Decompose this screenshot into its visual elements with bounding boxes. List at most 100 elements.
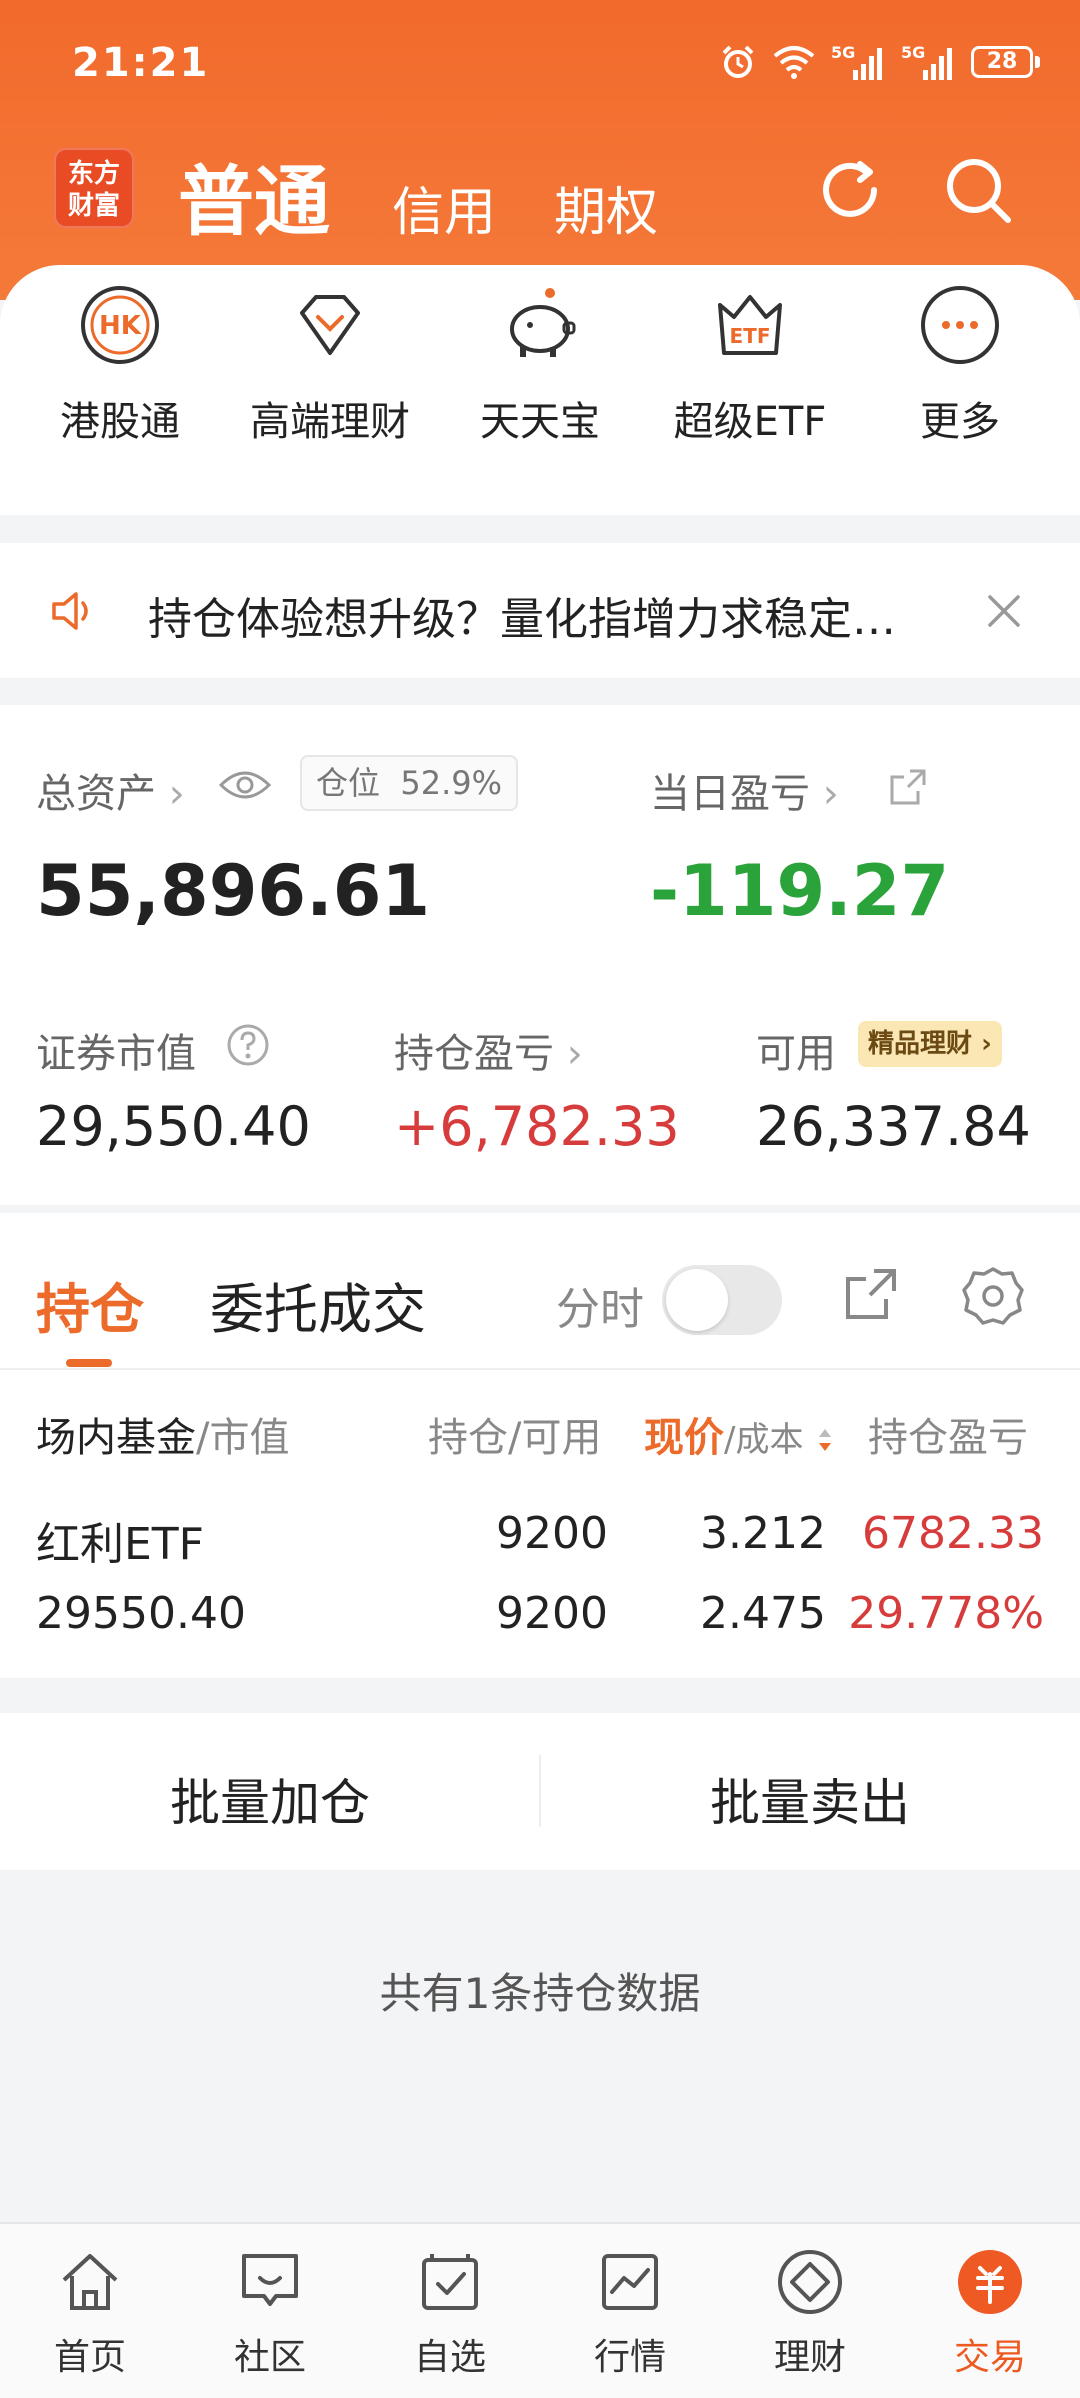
announcement-text: 持仓体验想升级？量化指增力求稳定… xyxy=(148,594,896,645)
app-logo[interactable]: 东方 财富 xyxy=(54,148,134,228)
tab-options[interactable]: 期权 xyxy=(554,170,658,245)
fenshi-toggle[interactable] xyxy=(662,1265,782,1335)
holding-pnl-pct: 29.778% xyxy=(848,1588,1044,1639)
market-value-label: 证券市值 xyxy=(36,1031,196,1077)
etf-crown-icon: ETF xyxy=(718,295,782,355)
settings-icon[interactable] xyxy=(962,1265,1024,1327)
quick-label: 超级ETF xyxy=(673,399,827,445)
holdings-count: 共有1条持仓数据 xyxy=(379,1969,701,2018)
app-header: 21:21 5G 5G 28 东方 财富 普通 信用 期权 xyxy=(0,0,1080,300)
tab-holdings[interactable]: 持仓 xyxy=(36,1265,144,1344)
signal-5g-icon: 5G xyxy=(831,43,882,80)
batch-sell-button[interactable]: 批量卖出 xyxy=(540,1763,1080,1835)
quick-item-tiantianbao[interactable]: 天天宝 xyxy=(440,283,640,447)
col-qty[interactable]: 持仓/可用 xyxy=(428,1405,601,1463)
nav-label: 理财 xyxy=(773,2337,846,2378)
fund-name: 红利ETF xyxy=(36,1519,204,1570)
home-icon xyxy=(62,2254,118,2310)
nav-label: 社区 xyxy=(233,2337,306,2378)
fund-market-value: 29550.40 xyxy=(36,1588,246,1639)
nav-home[interactable]: 首页 xyxy=(0,2246,180,2380)
status-icons: 5G 5G 28 xyxy=(719,42,1040,82)
nav-wealth[interactable]: 理财 xyxy=(720,2246,900,2380)
search-icon xyxy=(947,159,1011,223)
available-qty: 9200 xyxy=(496,1588,608,1639)
tab-orders[interactable]: 委托成交 xyxy=(210,1265,426,1344)
nav-watchlist[interactable]: 自选 xyxy=(360,2246,540,2380)
nav-market[interactable]: 行情 xyxy=(540,2246,720,2380)
alarm-icon xyxy=(722,45,754,78)
col-pnl[interactable]: 持仓盈亏 xyxy=(868,1405,1048,1463)
nav-trade[interactable]: 交易 xyxy=(900,2246,1080,2380)
share-icon[interactable] xyxy=(888,767,928,807)
premium-wealth-badge[interactable]: 精品理财 › xyxy=(858,1021,1002,1067)
cost-price: 2.475 xyxy=(700,1588,826,1639)
batch-actions: 批量加仓 批量卖出 xyxy=(0,1713,1080,1870)
total-assets-value: 55,896.61 xyxy=(36,850,431,932)
holding-pnl: 6782.33 xyxy=(862,1508,1044,1559)
logo-text-1: 东方 xyxy=(67,159,120,189)
eye-icon[interactable] xyxy=(218,767,272,803)
divider xyxy=(0,1368,1080,1370)
hk-icon: HK xyxy=(81,286,159,364)
nav-community[interactable]: 社区 xyxy=(180,2246,360,2380)
holdings-panel: 持仓 委托成交 分时 场内基金/市值 持仓/可用 现价/成本 持仓盈亏 红利ET… xyxy=(0,1213,1080,1678)
quick-label: 天天宝 xyxy=(480,399,600,445)
battery-level: 28 xyxy=(971,46,1033,78)
diamond-icon xyxy=(300,295,360,355)
svg-text:5G: 5G xyxy=(901,43,925,62)
community-icon xyxy=(242,2254,298,2306)
battery-icon: 28 xyxy=(971,46,1040,78)
nav-label: 交易 xyxy=(953,2337,1026,2378)
holding-pnl-value: +6,782.33 xyxy=(394,1095,680,1158)
tab-credit[interactable]: 信用 xyxy=(392,170,496,245)
quick-label: 更多 xyxy=(920,399,1000,445)
day-pnl-label[interactable]: 当日盈亏 › xyxy=(650,761,839,819)
tab-indicator xyxy=(66,1359,112,1367)
col-name[interactable]: 场内基金/市值 xyxy=(36,1405,289,1463)
holding-pnl-label[interactable]: 持仓盈亏 › xyxy=(394,1021,583,1079)
available-value: 26,337.84 xyxy=(756,1095,1031,1158)
quick-menu: HK 港股通 高端理财 天天宝 ETF 超级ETF 更多 xyxy=(0,265,1080,515)
quick-label: 港股通 xyxy=(60,399,180,445)
status-time: 21:21 xyxy=(72,40,210,86)
batch-add-button[interactable]: 批量加仓 xyxy=(0,1763,540,1835)
quick-item-wealth[interactable]: 高端理财 xyxy=(230,283,430,447)
current-price: 3.212 xyxy=(700,1508,826,1559)
trade-icon xyxy=(958,2250,1022,2314)
market-value: 29,550.40 xyxy=(36,1095,311,1158)
help-icon[interactable] xyxy=(226,1023,270,1067)
total-assets-label[interactable]: 总资产 › xyxy=(36,761,185,819)
wealth-icon xyxy=(778,2250,842,2314)
quick-item-hk[interactable]: HK 港股通 xyxy=(20,283,220,447)
svg-text:ETF: ETF xyxy=(730,324,771,348)
export-icon[interactable] xyxy=(842,1265,900,1323)
bottom-nav: 首页 社区 自选 行情 理财 交易 xyxy=(0,2222,1080,2398)
svg-text:HK: HK xyxy=(99,311,142,341)
status-bar: 21:21 5G 5G 28 xyxy=(0,0,1080,130)
speaker-icon xyxy=(52,592,88,630)
quick-label: 高端理财 xyxy=(250,399,410,445)
wifi-icon xyxy=(773,46,815,79)
sort-icon xyxy=(819,1429,832,1451)
nav-label: 自选 xyxy=(413,2337,486,2378)
refresh-button[interactable] xyxy=(810,150,890,230)
svg-text:5G: 5G xyxy=(831,43,855,62)
announcement-bar[interactable]: 持仓体验想升级？量化指增力求稳定… xyxy=(0,543,1080,678)
col-price[interactable]: 现价/成本 xyxy=(644,1405,834,1463)
position-qty: 9200 xyxy=(496,1508,608,1559)
search-button[interactable] xyxy=(938,150,1018,230)
quick-item-more[interactable]: 更多 xyxy=(860,283,1060,447)
tab-normal[interactable]: 普通 xyxy=(178,140,330,250)
fenshi-label: 分时 xyxy=(556,1284,644,1335)
nav-label: 首页 xyxy=(53,2337,126,2378)
available-label: 可用 xyxy=(756,1031,836,1077)
market-icon xyxy=(602,2254,658,2310)
nav-label: 行情 xyxy=(593,2337,666,2378)
quick-item-etf[interactable]: ETF 超级ETF xyxy=(650,283,850,447)
close-icon[interactable] xyxy=(982,589,1026,633)
position-badge: 仓位 52.9% xyxy=(300,755,519,811)
signal-5g-icon-2: 5G xyxy=(901,43,952,80)
day-pnl-value: -119.27 xyxy=(650,850,950,932)
logo-text-2: 财富 xyxy=(67,191,120,221)
